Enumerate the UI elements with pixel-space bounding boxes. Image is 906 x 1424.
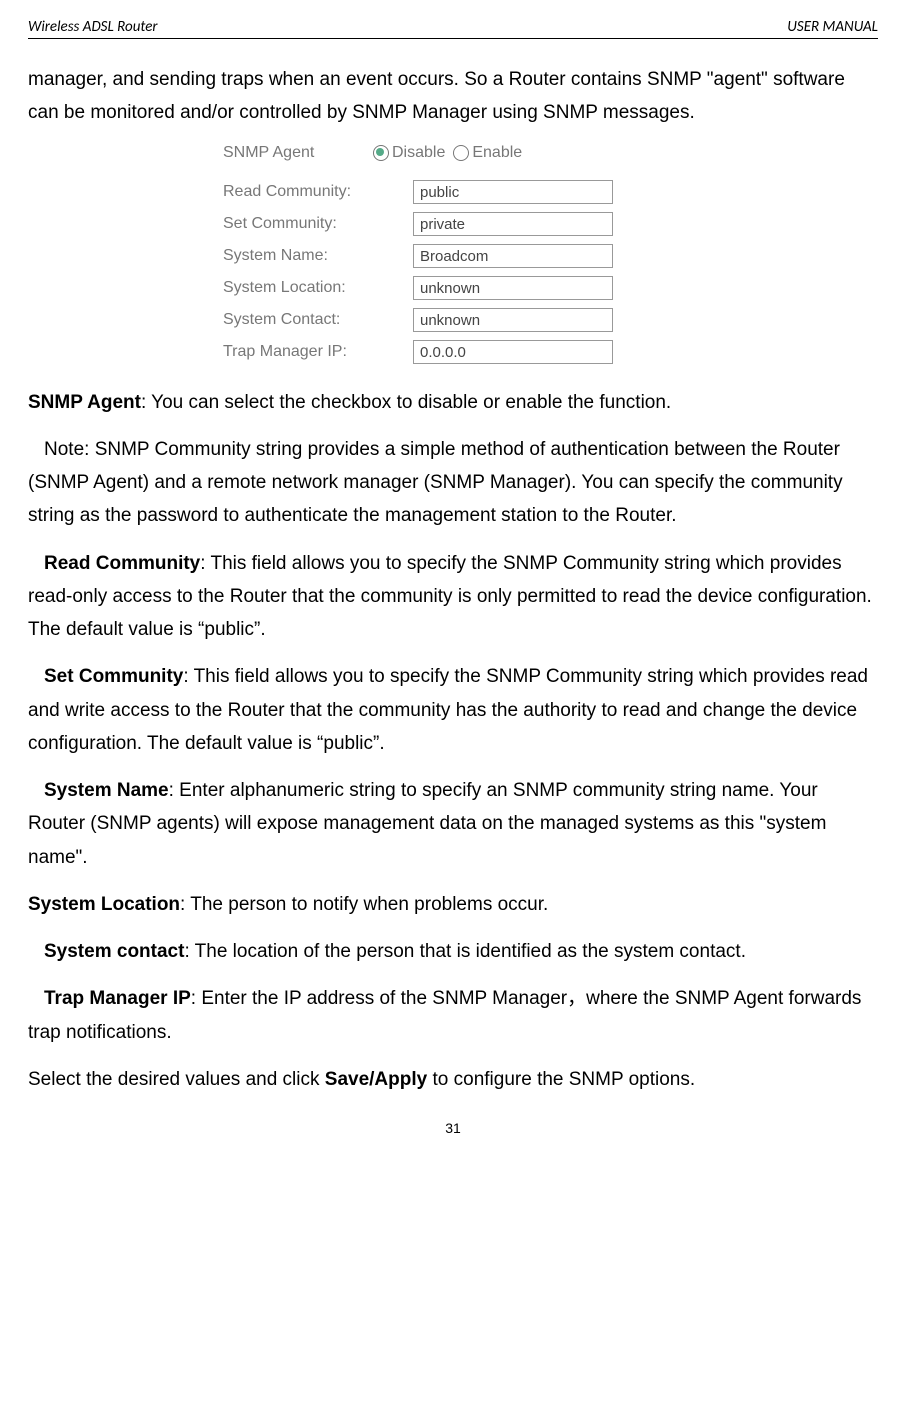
text-snmp-agent: : You can select the checkbox to disable… bbox=[141, 392, 671, 413]
form-row: Trap Manager IP: 0.0.0.0 bbox=[223, 340, 683, 364]
footer-bold: Save/Apply bbox=[325, 1069, 427, 1090]
radio-unchecked-icon bbox=[453, 145, 469, 161]
radio-enable-label: Enable bbox=[472, 144, 522, 162]
snmp-agent-paragraph: SNMP Agent: You can select the checkbox … bbox=[28, 386, 878, 419]
term-trap-manager-ip: Trap Manager IP bbox=[44, 988, 191, 1009]
read-community-paragraph: Read Community: This field allows you to… bbox=[28, 547, 878, 647]
footer-post: to configure the SNMP options. bbox=[427, 1069, 695, 1090]
form-label: Trap Manager IP: bbox=[223, 343, 413, 361]
form-label: System Location: bbox=[223, 279, 413, 297]
term-system-contact: System contact bbox=[44, 941, 184, 962]
set-community-paragraph: Set Community: This field allows you to … bbox=[28, 660, 878, 760]
header-left: Wireless ADSL Router bbox=[28, 18, 158, 36]
form-row: Read Community: public bbox=[223, 180, 683, 204]
form-label: Set Community: bbox=[223, 215, 413, 233]
snmp-agent-row: SNMP Agent Disable Enable bbox=[223, 144, 683, 162]
footer-pre: Select the desired values and click bbox=[28, 1069, 325, 1090]
form-label: System Contact: bbox=[223, 311, 413, 329]
header-right: USER MANUAL bbox=[787, 18, 878, 36]
page-number: 31 bbox=[28, 1120, 878, 1136]
term-snmp-agent: SNMP Agent bbox=[28, 392, 141, 413]
form-row: System Location: unknown bbox=[223, 276, 683, 300]
system-name-paragraph: System Name: Enter alphanumeric string t… bbox=[28, 774, 878, 874]
term-system-name: System Name bbox=[44, 780, 169, 801]
page-header: Wireless ADSL Router USER MANUAL bbox=[28, 18, 878, 38]
trap-manager-ip-paragraph: Trap Manager IP: Enter the IP address of… bbox=[28, 982, 878, 1049]
intro-paragraph: manager, and sending traps when an event… bbox=[28, 63, 878, 130]
header-divider bbox=[28, 38, 878, 39]
system-name-input[interactable]: Broadcom bbox=[413, 244, 613, 268]
snmp-form-illustration: SNMP Agent Disable Enable Read Community… bbox=[223, 144, 683, 364]
form-row: Set Community: private bbox=[223, 212, 683, 236]
radio-disable-option[interactable]: Disable bbox=[373, 144, 445, 162]
system-contact-input[interactable]: unknown bbox=[413, 308, 613, 332]
read-community-input[interactable]: public bbox=[413, 180, 613, 204]
term-read-community: Read Community bbox=[44, 553, 200, 574]
term-set-community: Set Community bbox=[44, 666, 183, 687]
form-row: System Contact: unknown bbox=[223, 308, 683, 332]
term-system-location: System Location bbox=[28, 894, 180, 915]
radio-disable-label: Disable bbox=[392, 144, 445, 162]
radio-enable-option[interactable]: Enable bbox=[453, 144, 522, 162]
form-label: System Name: bbox=[223, 247, 413, 265]
radio-checked-icon bbox=[373, 145, 389, 161]
text-system-location: : The person to notify when problems occ… bbox=[180, 894, 548, 915]
system-location-input[interactable]: unknown bbox=[413, 276, 613, 300]
form-label: Read Community: bbox=[223, 183, 413, 201]
system-contact-paragraph: System contact: The location of the pers… bbox=[28, 935, 878, 968]
footer-paragraph: Select the desired values and click Save… bbox=[28, 1063, 878, 1096]
manual-page: Wireless ADSL Router USER MANUAL manager… bbox=[0, 0, 906, 1156]
note-paragraph: Note: SNMP Community string provides a s… bbox=[28, 433, 878, 533]
trap-manager-ip-input[interactable]: 0.0.0.0 bbox=[413, 340, 613, 364]
text-system-contact: : The location of the person that is ide… bbox=[184, 941, 746, 962]
system-location-paragraph: System Location: The person to notify wh… bbox=[28, 888, 878, 921]
form-row: System Name: Broadcom bbox=[223, 244, 683, 268]
set-community-input[interactable]: private bbox=[413, 212, 613, 236]
snmp-agent-label: SNMP Agent bbox=[223, 144, 373, 162]
